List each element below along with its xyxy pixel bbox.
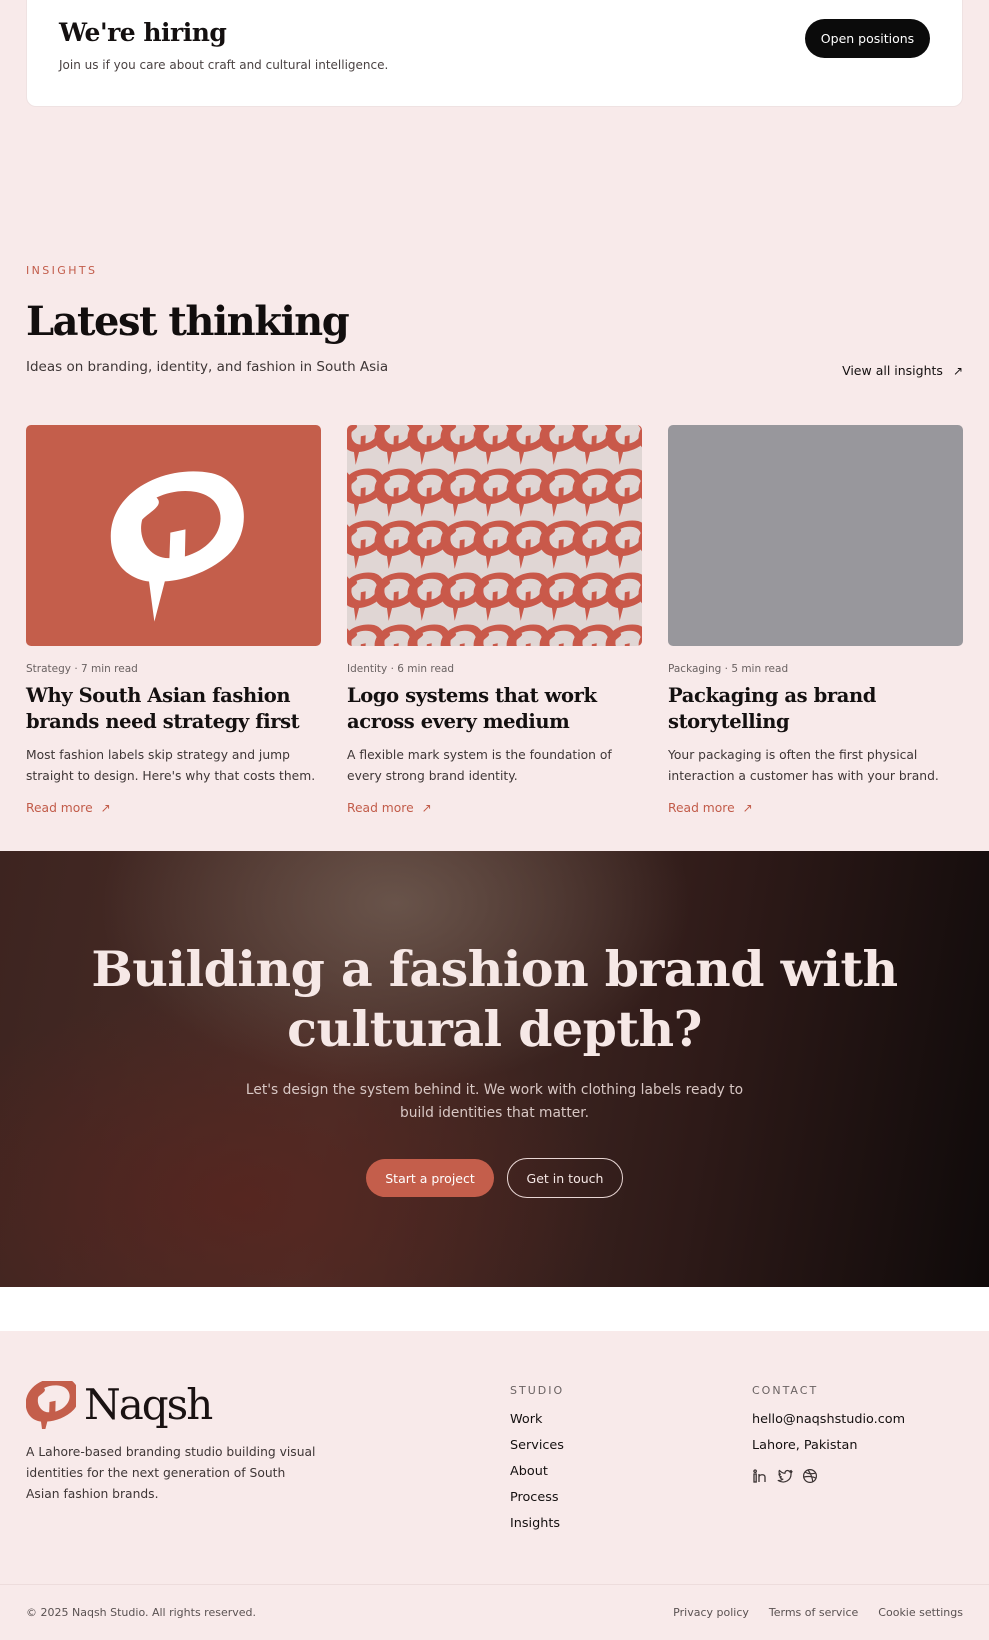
arrow-up-right-icon: ↗	[100, 801, 111, 815]
read-more-label: Read more	[26, 801, 93, 815]
read-more-link[interactable]: Read more ↗	[347, 801, 642, 815]
twitter-icon[interactable]	[777, 1468, 793, 1484]
card-image-strategy	[26, 425, 321, 646]
read-more-link[interactable]: Read more ↗	[26, 801, 321, 815]
footer-description: A Lahore-based branding studio building …	[26, 1445, 316, 1501]
footer: Naqsh A Lahore-based branding studio bui…	[0, 1331, 989, 1640]
naqsh-mark-icon	[110, 471, 244, 622]
contact-email[interactable]: hello@naqshstudio.com	[752, 1412, 905, 1438]
legal-links: Privacy policy Terms of service Cookie s…	[673, 1606, 963, 1619]
card-meta: Packaging · 5 min read	[668, 663, 789, 675]
view-all-label: View all insights	[842, 363, 943, 378]
footer-link-services[interactable]: Services	[510, 1438, 564, 1464]
privacy-policy-link[interactable]: Privacy policy	[673, 1606, 749, 1619]
footer-divider	[0, 1584, 989, 1585]
footer-link-about[interactable]: About	[510, 1464, 564, 1490]
arrow-up-right-icon: ↗	[421, 801, 432, 815]
read-more-label: Read more	[347, 801, 414, 815]
footer-brand[interactable]: Naqsh	[26, 1380, 213, 1429]
studio-column-title: STUDIO	[510, 1384, 565, 1397]
cookie-settings-link[interactable]: Cookie settings	[878, 1606, 963, 1619]
copyright-text: © 2025 Naqsh Studio. All rights reserved…	[26, 1606, 257, 1619]
contact-details: hello@naqshstudio.com Lahore, Pakistan	[752, 1412, 905, 1464]
card-excerpt: Most fashion labels skip strategy and ju…	[26, 748, 316, 783]
hiring-subtitle: Join us if you care about craft and cult…	[59, 58, 389, 72]
open-positions-button[interactable]: Open positions	[805, 19, 930, 58]
cta-section: Building a fashion brand with cultural d…	[0, 851, 989, 1287]
card-excerpt: A flexible mark system is the foundation…	[347, 748, 612, 783]
cta-subtitle: Let's design the system behind it. We wo…	[245, 1082, 744, 1121]
dribbble-icon[interactable]	[802, 1468, 818, 1484]
pattern-mark-icon	[347, 425, 642, 646]
hiring-card: We're hiring Join us if you care about c…	[26, 0, 963, 107]
insights-eyebrow: INSIGHTS	[26, 264, 98, 277]
card-meta: Strategy · 7 min read	[26, 663, 138, 675]
arrow-up-right-icon: ↗	[952, 363, 963, 378]
arrow-up-right-icon: ↗	[742, 801, 753, 815]
contact-column-title: CONTACT	[752, 1384, 819, 1397]
insight-card-identity[interactable]: Identity · 6 min read Logo systems that …	[347, 425, 642, 815]
terms-of-service-link[interactable]: Terms of service	[769, 1606, 858, 1619]
read-more-link[interactable]: Read more ↗	[668, 801, 963, 815]
footer-link-insights[interactable]: Insights	[510, 1516, 564, 1542]
social-links	[752, 1468, 818, 1484]
card-excerpt: Your packaging is often the first physic…	[668, 748, 939, 783]
card-image-packaging	[668, 425, 963, 646]
insights-title: Latest thinking	[26, 298, 350, 345]
card-title[interactable]: Packaging as brand storytelling	[668, 683, 963, 735]
naqsh-logo-icon	[26, 1381, 76, 1429]
insight-card-strategy[interactable]: Strategy · 7 min read Why South Asian fa…	[26, 425, 321, 815]
insights-subtitle: Ideas on branding, identity, and fashion…	[26, 359, 389, 375]
linkedin-icon[interactable]	[752, 1468, 768, 1484]
hiring-title: We're hiring	[59, 18, 227, 47]
footer-link-work[interactable]: Work	[510, 1412, 564, 1438]
brand-name: Naqsh	[84, 1380, 213, 1429]
card-meta: Identity · 6 min read	[347, 663, 455, 675]
studio-links: Work Services About Process Insights	[510, 1412, 564, 1542]
card-image-identity	[347, 425, 642, 646]
start-project-button[interactable]: Start a project	[366, 1159, 494, 1197]
read-more-label: Read more	[668, 801, 735, 815]
get-in-touch-button[interactable]: Get in touch	[507, 1158, 623, 1198]
view-all-insights-link[interactable]: View all insights ↗	[842, 363, 963, 378]
contact-location: Lahore, Pakistan	[752, 1438, 858, 1453]
cta-title: Building a fashion brand with cultural d…	[91, 940, 898, 1058]
insight-card-packaging[interactable]: Packaging · 5 min read Packaging as bran…	[668, 425, 963, 815]
card-title[interactable]: Why South Asian fashion brands need stra…	[26, 683, 321, 735]
footer-link-process[interactable]: Process	[510, 1490, 564, 1516]
card-title[interactable]: Logo systems that work across every medi…	[347, 683, 642, 735]
section-spacer	[0, 1287, 989, 1331]
